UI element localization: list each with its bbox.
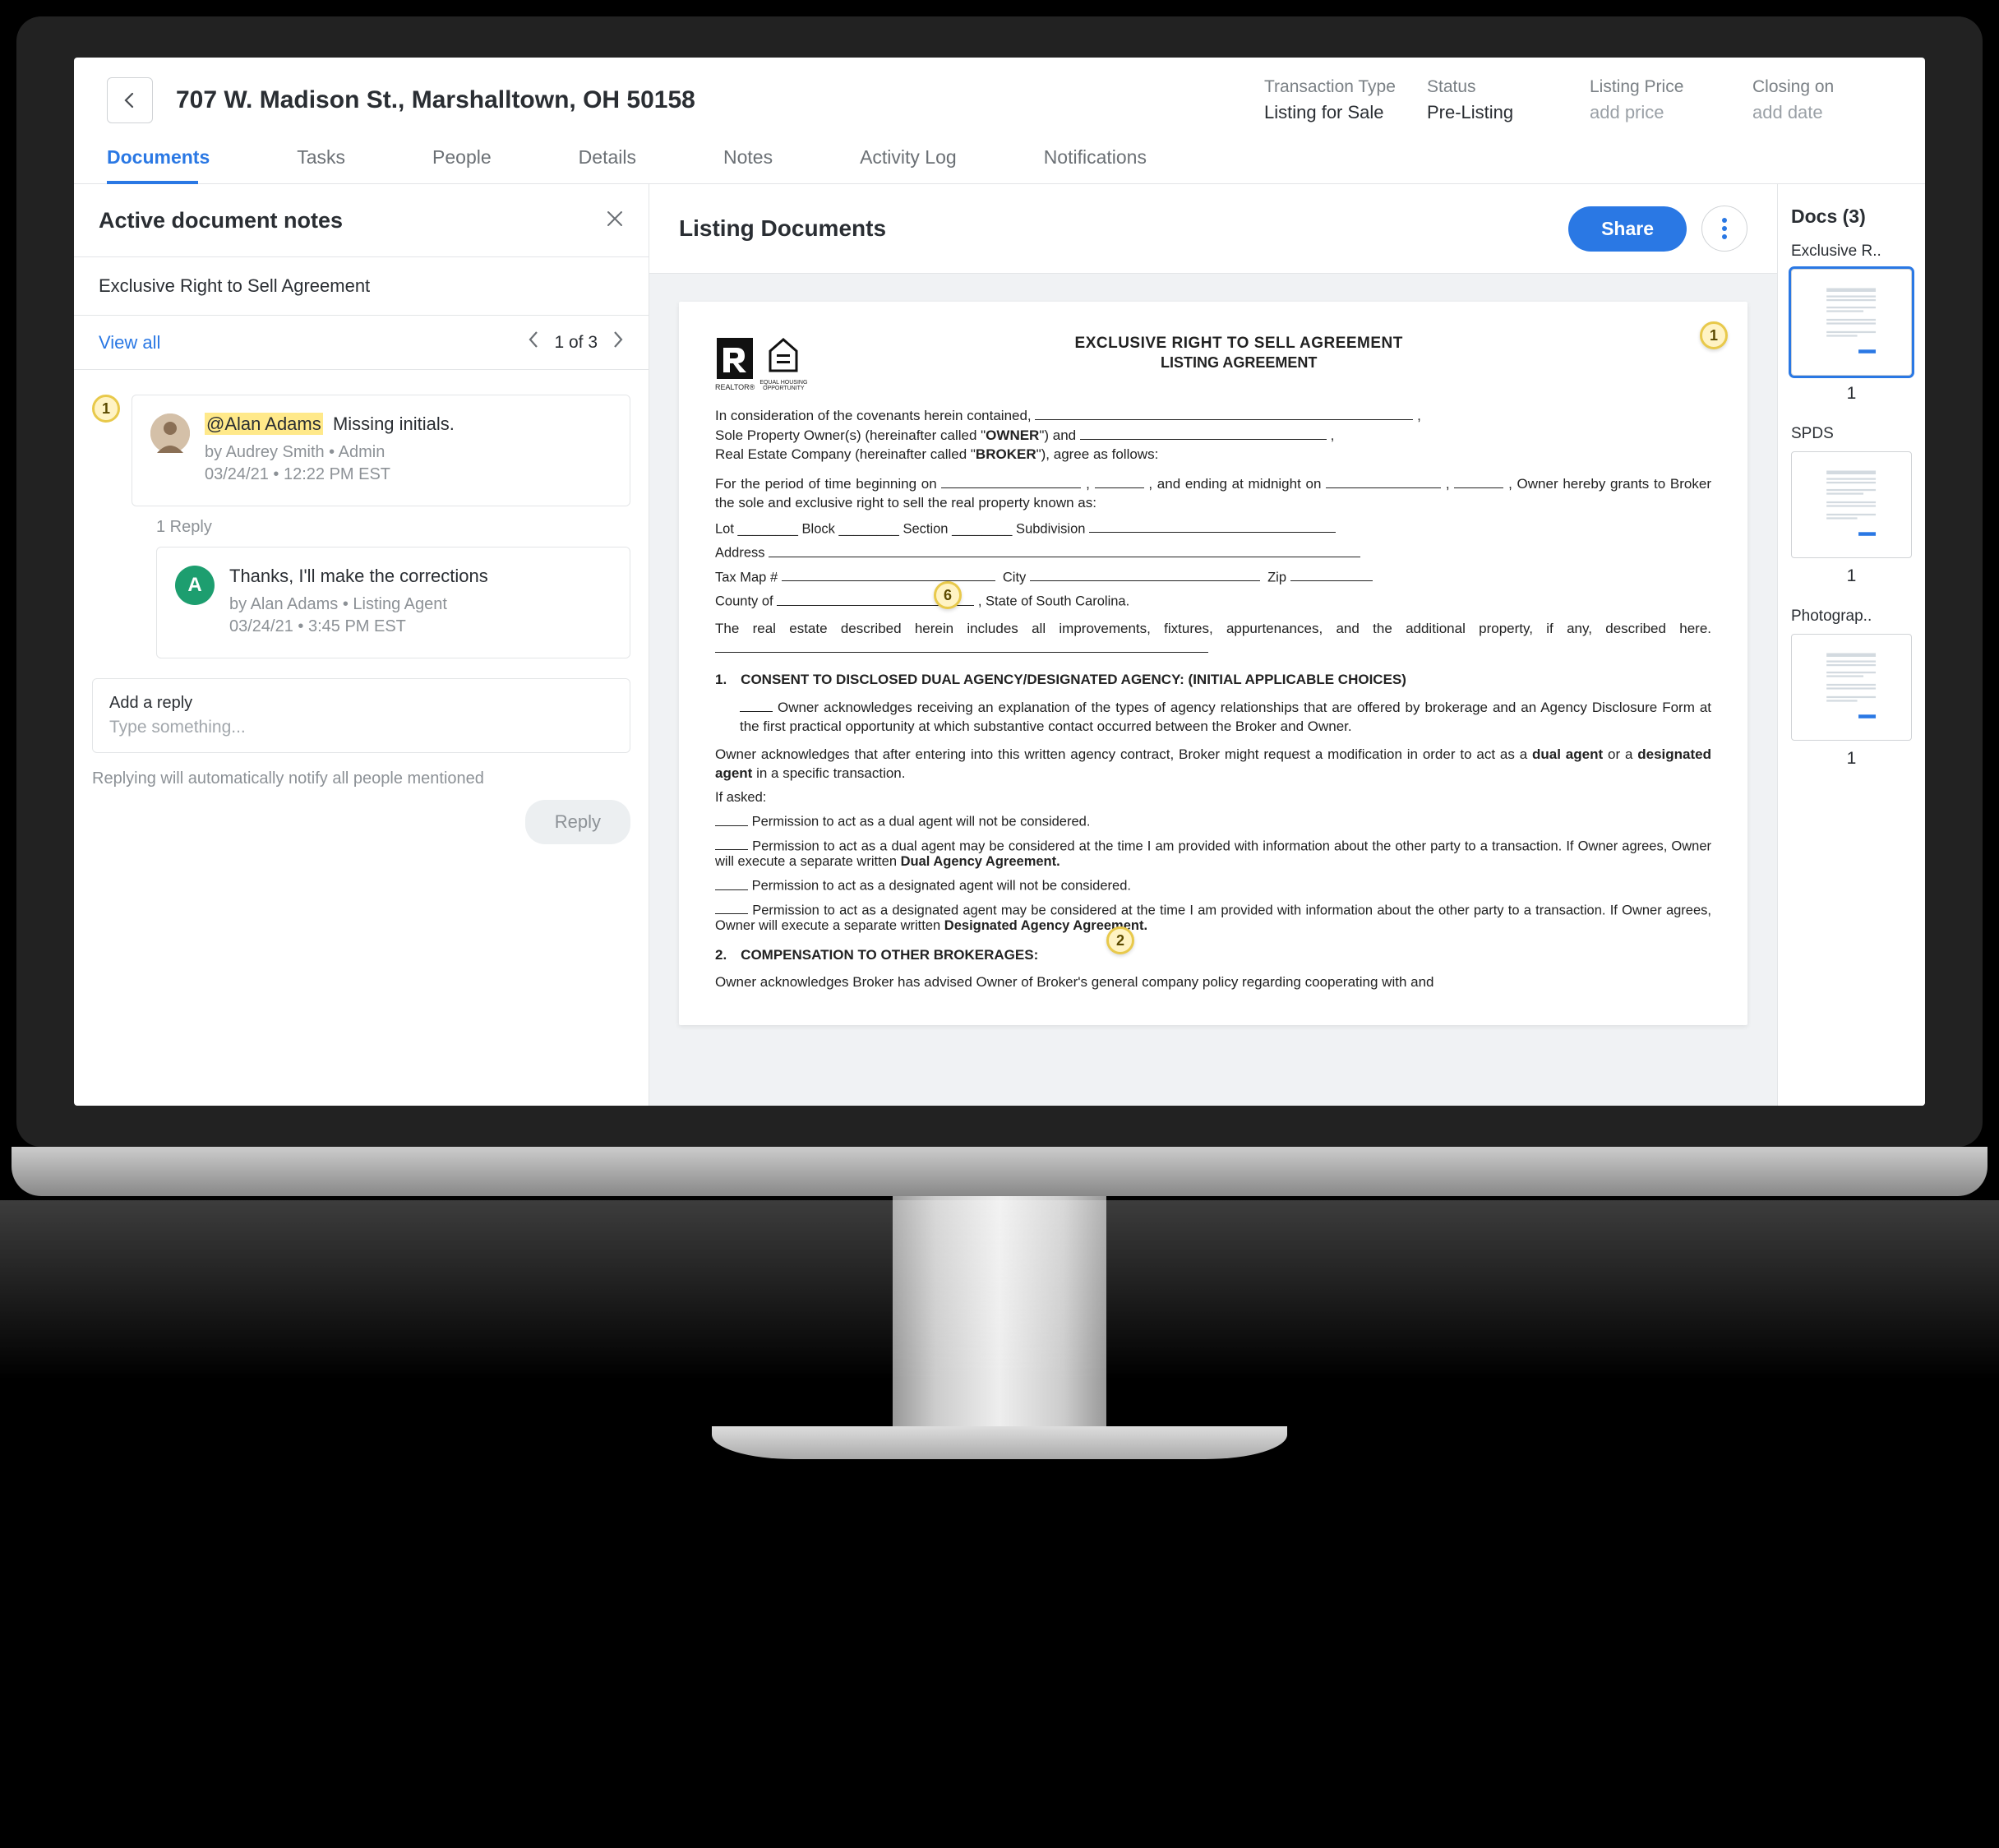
thumb-item[interactable]: Exclusive R.. 1 — [1791, 243, 1912, 404]
note-marker[interactable]: 1 — [92, 395, 120, 423]
thumbnail[interactable] — [1791, 634, 1912, 741]
avatar: A — [175, 566, 215, 605]
note-text: @Alan Adams Missing initials. — [205, 413, 612, 435]
share-button[interactable]: Share — [1568, 206, 1687, 252]
meta-closing-on[interactable]: Closing on add date — [1752, 77, 1892, 123]
docs-thumbnails: Docs (3) Exclusive R.. 1 SPDS 1 Photogra… — [1777, 184, 1925, 1106]
chevron-right-icon — [612, 330, 624, 349]
note-byline: by Audrey Smith • Admin — [205, 443, 612, 462]
docs-header: Docs (3) — [1791, 206, 1912, 228]
realtor-logo-icon — [717, 338, 753, 379]
tab-activity-log[interactable]: Activity Log — [860, 132, 995, 183]
thumb-item[interactable]: Photograp.. 1 — [1791, 608, 1912, 769]
doc-logos: REALTOR® EQUAL HOUSINGOPPORTUNITY — [715, 335, 807, 391]
doc-title: EXCLUSIVE RIGHT TO SELL AGREEMENT — [814, 335, 1664, 353]
back-button[interactable] — [107, 77, 153, 123]
notes-page-indicator: 1 of 3 — [554, 333, 598, 353]
notes-title: Active document notes — [99, 208, 343, 233]
document-page[interactable]: 1 6 2 REALTOR® EQUAL HOUSINGOPPORTUNITY … — [679, 302, 1747, 1025]
doc-marker-6[interactable]: 6 — [934, 581, 962, 609]
thumb-item[interactable]: SPDS 1 — [1791, 425, 1912, 586]
mention[interactable]: @Alan Adams — [205, 413, 323, 435]
note-timestamp: 03/24/21 • 12:22 PM EST — [205, 465, 612, 484]
view-all-link[interactable]: View all — [99, 332, 160, 353]
avatar — [150, 413, 190, 453]
reply-timestamp: 03/24/21 • 3:45 PM EST — [229, 617, 612, 636]
tab-notes[interactable]: Notes — [723, 132, 810, 183]
reply-text: Thanks, I'll make the corrections — [229, 566, 612, 587]
user-avatar-icon — [150, 413, 190, 453]
next-note-button[interactable] — [612, 330, 624, 354]
thumbnail[interactable] — [1791, 451, 1912, 558]
meta-listing-price[interactable]: Listing Price add price — [1590, 77, 1729, 123]
reply-helper-text: Replying will automatically notify all p… — [92, 769, 630, 788]
reply-card: A Thanks, I'll make the corrections by A… — [156, 547, 630, 658]
close-notes-button[interactable] — [606, 207, 624, 233]
prev-note-button[interactable] — [528, 330, 539, 354]
doc-marker-2[interactable]: 2 — [1106, 926, 1134, 954]
notes-pagination: 1 of 3 — [528, 330, 624, 354]
reply-field[interactable] — [109, 718, 613, 737]
thumbnail[interactable] — [1791, 269, 1912, 376]
meta-status: Status Pre-Listing — [1427, 77, 1567, 123]
meta-transaction-type: Transaction Type Listing for Sale — [1264, 77, 1404, 123]
tab-tasks[interactable]: Tasks — [297, 132, 383, 183]
note-card: @Alan Adams Missing initials. by Audrey … — [132, 395, 630, 506]
dots-vertical-icon — [1721, 217, 1728, 240]
document-viewer: Listing Documents Share 1 6 2 REALTOR® — [649, 184, 1777, 1106]
close-icon — [606, 210, 624, 228]
current-doc-name: Exclusive Right to Sell Agreement — [74, 257, 649, 316]
reply-count: 1 Reply — [156, 518, 630, 537]
reply-byline: by Alan Adams • Listing Agent — [229, 595, 612, 614]
equal-housing-icon — [767, 335, 800, 376]
more-options-button[interactable] — [1701, 206, 1747, 252]
tab-documents[interactable]: Documents — [107, 132, 247, 183]
arrow-left-icon — [120, 90, 140, 110]
notes-sidebar: Active document notes Exclusive Right to… — [74, 184, 649, 1106]
chevron-left-icon — [528, 330, 539, 349]
tab-details[interactable]: Details — [579, 132, 674, 183]
center-title: Listing Documents — [679, 215, 886, 242]
reply-input-box[interactable]: Add a reply — [92, 678, 630, 753]
page-title: 707 W. Madison St., Marshalltown, OH 501… — [176, 86, 1241, 114]
doc-subtitle: LISTING AGREEMENT — [814, 354, 1664, 372]
tab-people[interactable]: People — [432, 132, 529, 183]
reply-label: Add a reply — [109, 694, 613, 713]
tab-notifications[interactable]: Notifications — [1044, 132, 1184, 183]
tab-bar: Documents Tasks People Details Notes Act… — [74, 132, 1925, 184]
reply-button[interactable]: Reply — [525, 800, 630, 844]
doc-marker-1[interactable]: 1 — [1700, 321, 1728, 349]
